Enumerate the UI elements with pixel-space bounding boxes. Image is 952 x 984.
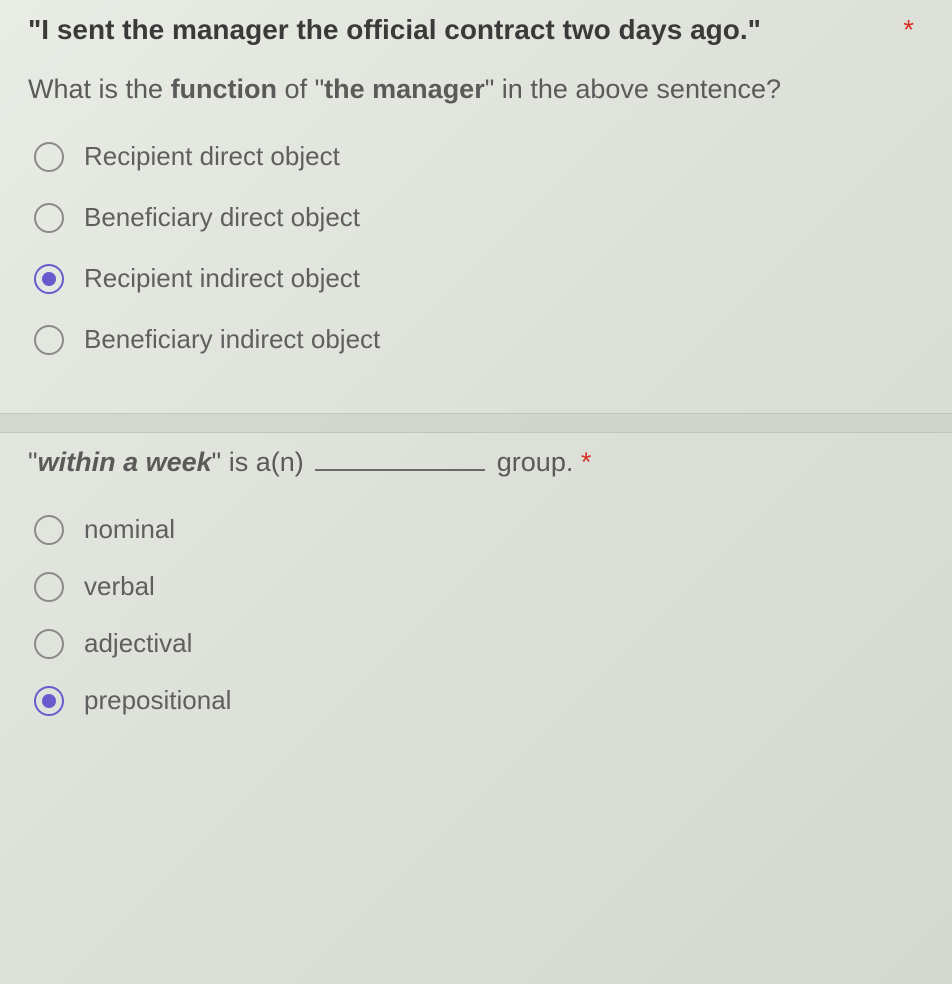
radio-unselected-icon[interactable]: [34, 515, 64, 545]
q2-option-0[interactable]: nominal: [34, 514, 924, 545]
q1-option-0[interactable]: Recipient direct object: [34, 141, 924, 172]
q1-prompt-bold1: function: [171, 74, 277, 104]
q1-option-label: Recipient direct object: [84, 141, 340, 172]
q2-mid: is a(n): [221, 447, 311, 477]
radio-unselected-icon[interactable]: [34, 629, 64, 659]
q1-option-label: Beneficiary direct object: [84, 202, 360, 233]
q2-tail: group.: [489, 447, 581, 477]
q2-quote-close: ": [212, 447, 222, 477]
radio-unselected-icon[interactable]: [34, 203, 64, 233]
required-mark: *: [581, 447, 592, 477]
q1-option-label: Beneficiary indirect object: [84, 324, 380, 355]
q2-option-2[interactable]: adjectival: [34, 628, 924, 659]
q1-prompt-bold2: the manager: [324, 74, 485, 104]
q1-prompt-pre: What is the: [28, 74, 171, 104]
q2-options: nominal verbal adjectival prepositional: [28, 514, 924, 716]
q1-sentence-row: "I sent the manager the official contrac…: [28, 14, 924, 46]
question-divider: [0, 413, 952, 433]
q2-quote-open: ": [28, 447, 38, 477]
q2-option-1[interactable]: verbal: [34, 571, 924, 602]
radio-unselected-icon[interactable]: [34, 325, 64, 355]
q1-option-3[interactable]: Beneficiary indirect object: [34, 324, 924, 355]
q1-option-2[interactable]: Recipient indirect object: [34, 263, 924, 294]
q1-prompt: What is the function of "the manager" in…: [28, 74, 924, 105]
q2-phrase: within a week: [38, 447, 212, 477]
radio-selected-icon[interactable]: [34, 686, 64, 716]
radio-unselected-icon[interactable]: [34, 572, 64, 602]
q1-options: Recipient direct object Beneficiary dire…: [28, 141, 924, 355]
q1-option-1[interactable]: Beneficiary direct object: [34, 202, 924, 233]
question-2: "within a week" is a(n) group. * nominal…: [0, 433, 952, 770]
q2-option-label: adjectival: [84, 628, 192, 659]
question-1: "I sent the manager the official contrac…: [0, 0, 952, 413]
q1-option-label: Recipient indirect object: [84, 263, 360, 294]
q1-prompt-post: " in the above sentence?: [485, 74, 781, 104]
q2-option-3[interactable]: prepositional: [34, 685, 924, 716]
q2-option-label: nominal: [84, 514, 175, 545]
q1-sentence: "I sent the manager the official contrac…: [28, 14, 761, 46]
required-mark: *: [903, 14, 924, 46]
q2-option-label: prepositional: [84, 685, 231, 716]
q1-prompt-mid: of ": [277, 74, 324, 104]
q2-option-label: verbal: [84, 571, 155, 602]
q2-prompt: "within a week" is a(n) group. *: [28, 447, 924, 478]
radio-selected-icon[interactable]: [34, 264, 64, 294]
radio-unselected-icon[interactable]: [34, 142, 64, 172]
blank-line: [315, 467, 485, 471]
